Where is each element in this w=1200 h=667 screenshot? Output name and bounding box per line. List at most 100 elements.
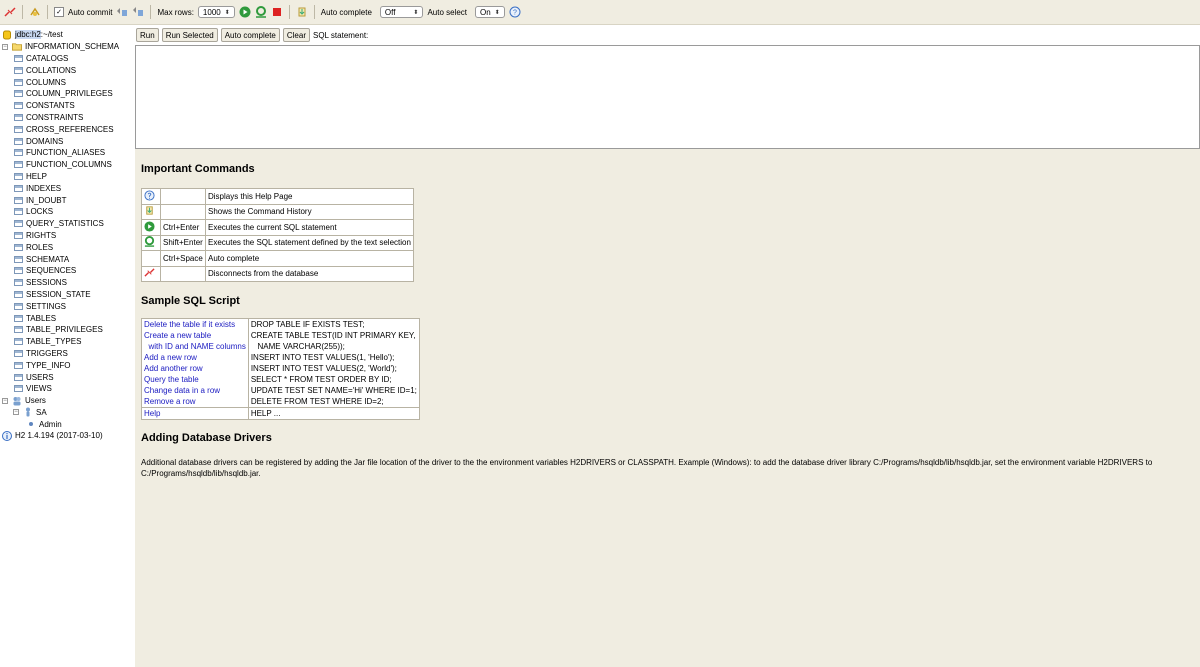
sample-sql: DELETE FROM TEST WHERE ID=2; (250, 397, 384, 406)
rollback-icon[interactable] (132, 6, 144, 18)
max-rows-label: Max rows: (157, 7, 194, 17)
tree-table[interactable]: ROLES (0, 241, 135, 253)
run-icon[interactable] (144, 221, 155, 232)
table-name: INDEXES (26, 183, 62, 193)
sample-sql: INSERT INTO TEST VALUES(2, 'World'); (250, 364, 397, 373)
sample-sql: UPDATE TEST SET NAME='Hi' WHERE ID=1; (250, 386, 417, 395)
tree-table[interactable]: RIGHTS (0, 230, 135, 242)
table-icon (13, 101, 23, 110)
sample-link[interactable]: Delete the table if it exists (141, 318, 249, 330)
table-icon (13, 172, 23, 181)
sample-link[interactable]: Remove a row (141, 396, 249, 408)
tree-schema[interactable]: − INFORMATION_SCHEMA (0, 41, 135, 53)
tree-table[interactable]: CROSS_REFERENCES (0, 123, 135, 135)
tree-table[interactable]: TRIGGERS (0, 348, 135, 360)
command-row: Disconnects from the database (141, 265, 414, 282)
collapse-icon[interactable]: − (2, 397, 8, 404)
command-row: Shift+Enter Executes the SQL statement de… (141, 234, 414, 251)
sample-link[interactable]: Add another row (141, 363, 249, 374)
user-name: SA (36, 407, 47, 417)
tree-connection[interactable]: jdbc:h2:~/test (0, 29, 135, 41)
tree-table[interactable]: SESSION_STATE (0, 289, 135, 301)
auto-complete-button[interactable]: Auto complete (220, 28, 280, 42)
sample-sql: CREATE TABLE TEST(ID INT PRIMARY KEY, (250, 331, 416, 340)
table-name: QUERY_STATISTICS (26, 219, 104, 229)
tree-table[interactable]: SCHEMATA (0, 253, 135, 265)
run-selected-icon[interactable] (144, 236, 155, 248)
command-row: Ctrl+Space Auto complete (141, 250, 414, 267)
tree-users[interactable]: − Users (0, 395, 135, 407)
tree-table[interactable]: CONSTANTS (0, 100, 135, 112)
command-key (160, 188, 206, 205)
tree-table[interactable]: DOMAINS (0, 135, 135, 147)
collapse-icon[interactable]: − (2, 43, 8, 50)
tree-table[interactable]: COLUMN_PRIVILEGES (0, 88, 135, 100)
bullet-icon (26, 420, 36, 429)
run-button[interactable]: Run (136, 28, 159, 42)
tree-table[interactable]: SEQUENCES (0, 265, 135, 277)
command-key: Ctrl+Enter (160, 219, 206, 236)
sample-link[interactable]: with ID and NAME columns (141, 341, 249, 352)
disconnect-icon[interactable] (4, 6, 16, 18)
tree-table[interactable]: QUERY_STATISTICS (0, 218, 135, 230)
tree-table[interactable]: LOCKS (0, 206, 135, 218)
collapse-icon[interactable]: − (13, 409, 19, 416)
tree-table[interactable]: COLUMNS (0, 76, 135, 88)
command-icon-cell (141, 188, 161, 205)
history-icon[interactable] (296, 6, 308, 18)
tree-table[interactable]: TABLE_PRIVILEGES (0, 324, 135, 336)
commit-icon[interactable] (116, 6, 128, 18)
sql-editor[interactable] (135, 45, 1200, 149)
tree-table[interactable]: FUNCTION_COLUMNS (0, 159, 135, 171)
sample-link[interactable]: Create a new table (141, 330, 249, 341)
toolbar-separator (313, 5, 315, 19)
tree-table[interactable]: CONSTRAINTS (0, 112, 135, 124)
tree-table[interactable]: IN_DOUBT (0, 194, 135, 206)
sample-link[interactable]: Add a new row (141, 352, 249, 363)
refresh-icon[interactable] (29, 6, 41, 18)
tree-table[interactable]: CATALOGS (0, 53, 135, 65)
tree-table[interactable]: TABLES (0, 312, 135, 324)
tree-table[interactable]: COLLATIONS (0, 64, 135, 76)
help-icon[interactable]: ? (509, 6, 521, 18)
drivers-paragraph: Additional database drivers can be regis… (141, 458, 1153, 478)
tree-user[interactable]: − SA (0, 407, 135, 419)
tree-table[interactable]: TYPE_INFO (0, 359, 135, 371)
sample-link[interactable]: Help (141, 407, 249, 420)
table-icon (13, 54, 23, 63)
run-icon[interactable] (239, 6, 251, 18)
command-icon-cell (141, 219, 161, 236)
table-icon (13, 160, 23, 169)
tree-table[interactable]: TABLE_TYPES (0, 336, 135, 348)
auto-complete-select[interactable]: Off ⬍ (379, 6, 424, 18)
clear-button[interactable]: Clear (282, 28, 310, 42)
tree-table[interactable]: VIEWS (0, 383, 135, 395)
auto-commit-checkbox[interactable]: ✓ (54, 7, 64, 17)
table-icon (13, 113, 23, 122)
sample-link[interactable]: Change data in a row (141, 385, 249, 396)
table-name: CROSS_REFERENCES (26, 124, 114, 134)
history-icon[interactable] (144, 205, 155, 216)
table-name: SESSION_STATE (26, 289, 91, 299)
tree-table[interactable]: USERS (0, 371, 135, 383)
tree-table[interactable]: INDEXES (0, 182, 135, 194)
run-selected-button[interactable]: Run Selected (161, 28, 218, 42)
table-name: USERS (26, 372, 54, 382)
sample-link[interactable]: Query the table (141, 374, 249, 385)
tree-table[interactable]: FUNCTION_ALIASES (0, 147, 135, 159)
tree-table[interactable]: SESSIONS (0, 277, 135, 289)
max-rows-select[interactable]: 1000 ⬍ (197, 6, 235, 18)
auto-select-label: Auto select (427, 7, 468, 17)
tree-user-role[interactable]: Admin (0, 418, 135, 430)
auto-select-select[interactable]: On ⬍ (475, 6, 505, 18)
tree-table[interactable]: SETTINGS (0, 300, 135, 312)
command-description: Auto complete (205, 250, 414, 267)
stop-icon[interactable] (271, 6, 283, 18)
table-icon (13, 290, 23, 299)
disconnect-icon[interactable] (144, 267, 155, 278)
run-selected-icon[interactable] (255, 6, 267, 18)
tree-table[interactable]: HELP (0, 171, 135, 183)
help-icon[interactable] (144, 190, 155, 201)
command-icon-cell (141, 234, 161, 251)
toolbar-separator (150, 5, 152, 19)
